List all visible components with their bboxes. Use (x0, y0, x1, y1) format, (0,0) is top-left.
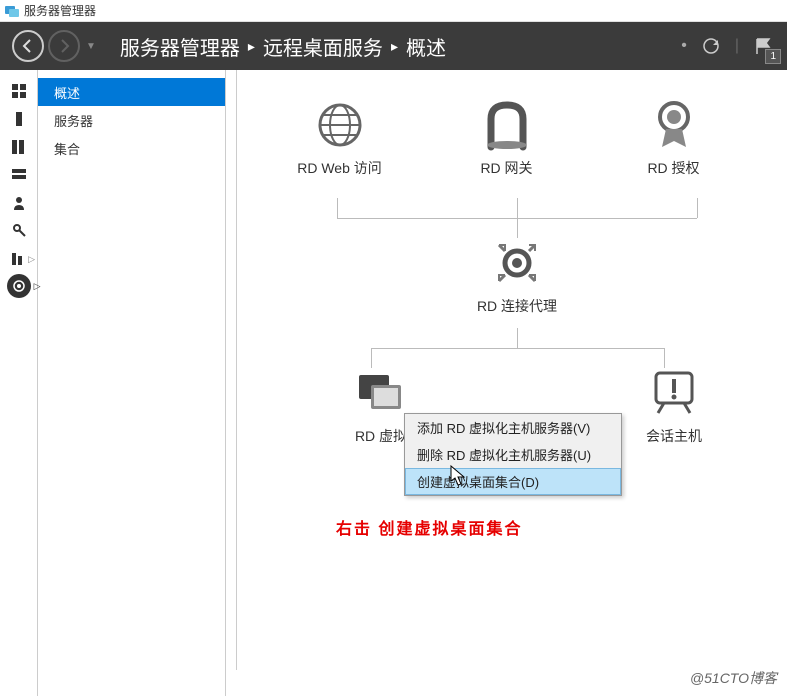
node-label: 会话主机 (646, 426, 702, 446)
context-menu-remove-vh[interactable]: 删除 RD 虚拟化主机服务器(U) (405, 441, 621, 468)
connector (517, 218, 518, 238)
node-label: RD 授权 (647, 158, 699, 178)
iconbar-servers[interactable] (0, 134, 37, 160)
sidebar-item-collections[interactable]: 集合 (38, 134, 225, 162)
cursor-icon (450, 465, 468, 487)
context-menu-label: 创建虚拟桌面集合(D) (417, 475, 539, 490)
node-label: RD Web 访问 (297, 158, 382, 178)
node-rd-web[interactable]: RD Web 访问 (280, 100, 400, 178)
annotation-text: 右击 创建虚拟桌面集合 (336, 515, 522, 539)
connector (664, 348, 665, 368)
iconbar-files[interactable]: ▷ (0, 246, 37, 272)
nav-back-button[interactable] (12, 30, 44, 62)
context-menu-create-collection[interactable]: 创建虚拟桌面集合(D) (405, 468, 621, 495)
notifications-button[interactable]: 1 (751, 34, 775, 58)
titlebar: 服务器管理器 (0, 0, 787, 22)
sidebar: 概述 服务器 集合 (38, 70, 226, 696)
breadcrumb-separator: ▸ (391, 38, 398, 55)
connector (337, 198, 338, 218)
sidebar-item-servers[interactable]: 服务器 (38, 106, 225, 134)
node-rd-sh[interactable]: 会话主机 (614, 368, 734, 446)
breadcrumb-separator: ▸ (248, 38, 255, 55)
expand-arrow-icon: ▷ (34, 281, 41, 292)
icon-sidebar: ▷ ▷ (0, 70, 38, 696)
node-label: RD 网关 (480, 158, 532, 178)
app-icon (4, 3, 20, 19)
breadcrumb-l1[interactable]: 远程桌面服务 (263, 32, 383, 61)
body: ▷ ▷ 概述 服务器 集合 RD Web 访问 RD 网关 (0, 70, 787, 696)
breadcrumb-root[interactable]: 服务器管理器 (120, 32, 240, 61)
connector (517, 198, 518, 218)
sh-icon (649, 368, 699, 418)
connector (697, 198, 698, 218)
iconbar-dashboard[interactable] (0, 78, 37, 104)
iconbar-key[interactable] (0, 218, 37, 244)
node-label: RD 连接代理 (477, 296, 557, 316)
license-icon (649, 100, 699, 150)
sidebar-item-label: 服务器 (54, 111, 93, 130)
node-rd-license[interactable]: RD 授权 (614, 100, 734, 178)
notification-count: 1 (765, 49, 781, 64)
header-divider: | (735, 37, 739, 55)
titlebar-text: 服务器管理器 (24, 2, 96, 19)
sidebar-item-label: 概述 (54, 83, 80, 102)
vh-icon (356, 368, 406, 418)
content: RD Web 访问 RD 网关 RD 授权 (226, 70, 787, 696)
context-menu-label: 删除 RD 虚拟化主机服务器(U) (417, 448, 591, 463)
breadcrumb-l2[interactable]: 概述 (406, 32, 446, 61)
context-menu: 添加 RD 虚拟化主机服务器(V) 删除 RD 虚拟化主机服务器(U) 创建虚拟… (404, 413, 622, 496)
header: ▼ 服务器管理器 ▸ 远程桌面服务 ▸ 概述 • | 1 (0, 22, 787, 70)
header-bullet: • (681, 37, 687, 55)
nav-forward-button[interactable] (48, 30, 80, 62)
iconbar-rds[interactable]: ▷ (7, 274, 31, 298)
header-controls: • | 1 (681, 34, 775, 58)
context-menu-add-vh[interactable]: 添加 RD 虚拟化主机服务器(V) (405, 414, 621, 441)
breadcrumb: 服务器管理器 ▸ 远程桌面服务 ▸ 概述 (120, 32, 446, 61)
iconbar-storage[interactable] (0, 162, 37, 188)
iconbar-users[interactable] (0, 190, 37, 216)
sidebar-item-overview[interactable]: 概述 (38, 78, 225, 106)
refresh-button[interactable] (699, 34, 723, 58)
context-menu-label: 添加 RD 虚拟化主机服务器(V) (417, 421, 590, 436)
nav-dropdown-icon[interactable]: ▼ (86, 41, 96, 52)
connector (517, 328, 518, 348)
gateway-icon (482, 100, 532, 150)
node-label: RD 虚拟 (355, 426, 407, 446)
watermark: @51CTO博客 (690, 668, 777, 688)
globe-icon (315, 100, 365, 150)
sidebar-item-label: 集合 (54, 139, 80, 158)
connector (371, 348, 372, 368)
broker-icon (492, 238, 542, 288)
iconbar-server[interactable] (0, 106, 37, 132)
expand-arrow-icon: ▷ (28, 254, 35, 265)
connector (371, 348, 664, 349)
node-rd-broker[interactable]: RD 连接代理 (457, 238, 577, 316)
node-rd-gateway[interactable]: RD 网关 (447, 100, 567, 178)
